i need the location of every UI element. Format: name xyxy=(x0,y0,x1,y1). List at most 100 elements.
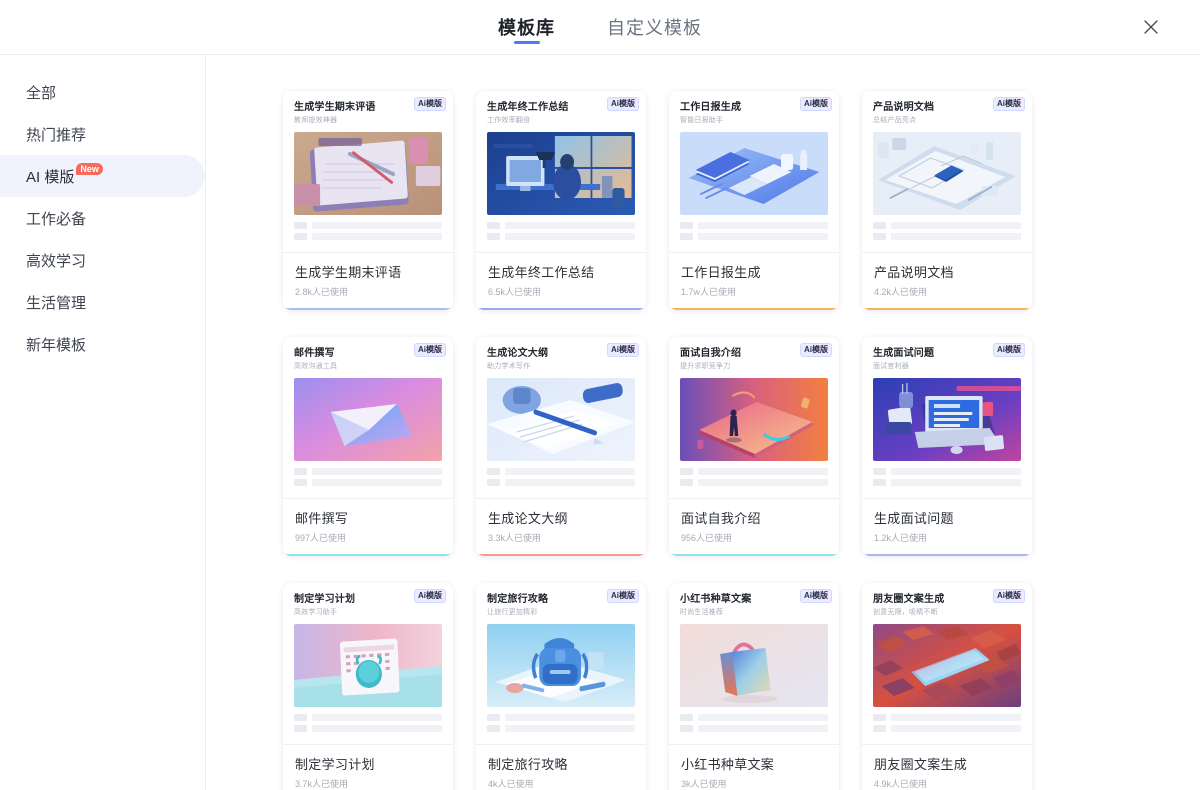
placeholder-line xyxy=(891,468,1021,475)
ai-template-badge: Ai模版 xyxy=(800,589,832,603)
placeholder-box xyxy=(873,714,886,721)
placeholder-line xyxy=(698,714,828,721)
card-preview: Ai模版 朋友圈文案生成 创意无限，吸睛不断 xyxy=(862,583,1032,745)
sidebar-item-ai-template[interactable]: AI 模版 New xyxy=(0,155,205,197)
card-preview-subtitle: 高效学习助手 xyxy=(294,609,338,616)
card-usage-count: 4k人已使用 xyxy=(488,779,534,789)
card-preview-subtitle: 总结产品亮点 xyxy=(873,117,917,124)
sidebar-item-label: AI 模版 xyxy=(26,168,75,186)
ai-badge-label: Ai模版 xyxy=(611,591,635,600)
placeholder-line xyxy=(698,222,828,229)
card-preview: Ai模版 小红书种草文案 时尚生活推荐 xyxy=(669,583,839,745)
sidebar-item-efficient-study[interactable]: 高效学习 xyxy=(0,239,205,281)
template-card[interactable]: Ai模版 生成面试问题 面试官利器 生成面试问题 1.2k人已使用 xyxy=(862,337,1032,556)
template-card[interactable]: Ai模版 产品说明文档 总结产品亮点 产品说明文档 4.2k人已使用 xyxy=(862,91,1032,310)
card-footer: 朋友圈文案生成 4.9k人已使用 xyxy=(862,745,1032,790)
card-placeholder-lines xyxy=(487,222,635,240)
close-button[interactable] xyxy=(1138,14,1164,40)
placeholder-line xyxy=(505,468,635,475)
card-placeholder-lines xyxy=(294,222,442,240)
card-title: 生成学生期末评语 xyxy=(295,265,402,280)
template-grid: Ai模版 生成学生期末评语 教师提效神器 生成学生期末评语 2.8k人已使用 A… xyxy=(206,91,1200,790)
placeholder-line xyxy=(891,725,1021,732)
card-footer: 生成论文大纲 3.3k人已使用 xyxy=(476,499,646,556)
placeholder-box xyxy=(487,725,500,732)
ai-template-badge: Ai模版 xyxy=(414,97,446,111)
content-area: 全部 热门推荐 AI 模版 New 工作必备 高效学习 生活管理 新年模板 Ai… xyxy=(0,55,1200,790)
placeholder-box xyxy=(680,233,693,240)
card-placeholder-lines xyxy=(294,468,442,486)
card-placeholder-lines xyxy=(680,468,828,486)
placeholder-box xyxy=(487,714,500,721)
card-thumbnail xyxy=(294,132,442,215)
tab-template-library[interactable]: 模板库 xyxy=(498,0,555,54)
placeholder-box xyxy=(680,714,693,721)
sidebar-item-all[interactable]: 全部 xyxy=(0,71,205,113)
template-card[interactable]: Ai模版 邮件撰写 高效沟通工具 邮件撰写 997人已使用 xyxy=(283,337,453,556)
card-placeholder-lines xyxy=(873,714,1021,732)
card-usage-count: 4.9k人已使用 xyxy=(874,779,928,789)
card-usage-count: 3.7k人已使用 xyxy=(295,779,349,789)
card-title: 邮件撰写 xyxy=(295,511,349,526)
ai-badge-label: Ai模版 xyxy=(418,345,442,354)
card-footer: 面试自我介绍 956人已使用 xyxy=(669,499,839,556)
sidebar-item-work-essentials[interactable]: 工作必备 xyxy=(0,197,205,239)
template-card[interactable]: Ai模版 生成年终工作总结 工作效率翻倍 生成年终工作总结 6.5k人已使用 xyxy=(476,91,646,310)
card-thumbnail xyxy=(873,378,1021,461)
placeholder-box xyxy=(294,725,307,732)
ai-template-badge: Ai模版 xyxy=(607,343,639,357)
template-card[interactable]: Ai模版 面试自我介绍 提升求职竞争力 面试自我介绍 956人已使用 xyxy=(669,337,839,556)
ai-template-badge: Ai模版 xyxy=(414,589,446,603)
placeholder-line xyxy=(505,725,635,732)
tab-bar: 模板库 自定义模板 xyxy=(498,0,702,54)
sidebar-item-label: 热门推荐 xyxy=(26,126,87,144)
card-preview: Ai模版 制定旅行攻略 让旅行更加精彩 xyxy=(476,583,646,745)
card-footer: 邮件撰写 997人已使用 xyxy=(283,499,453,556)
placeholder-box xyxy=(680,479,693,486)
card-preview-subtitle: 高效沟通工具 xyxy=(294,363,338,370)
placeholder-line xyxy=(891,233,1021,240)
template-card[interactable]: Ai模版 生成论文大纲 助力学术写作 生成论文大纲 3.3k人已使用 xyxy=(476,337,646,556)
card-usage-count: 997人已使用 xyxy=(295,533,347,543)
sidebar-item-new-year[interactable]: 新年模板 xyxy=(0,323,205,365)
card-usage-count: 2.8k人已使用 xyxy=(295,287,349,297)
card-accent-bar xyxy=(862,554,1032,556)
card-title: 小红书种草文案 xyxy=(681,757,775,772)
placeholder-box xyxy=(680,468,693,475)
card-placeholder-lines xyxy=(680,222,828,240)
template-card[interactable]: Ai模版 制定学习计划 高效学习助手 制定学习计划 3.7k人已使用 xyxy=(283,583,453,790)
card-thumbnail xyxy=(680,624,828,707)
card-title: 制定学习计划 xyxy=(295,757,375,772)
card-preview-subtitle: 让旅行更加精彩 xyxy=(487,609,538,616)
card-title: 工作日报生成 xyxy=(681,265,761,280)
card-thumbnail xyxy=(487,378,635,461)
placeholder-box xyxy=(487,479,500,486)
template-card[interactable]: Ai模版 制定旅行攻略 让旅行更加精彩 制定旅行攻略 4k人已使用 xyxy=(476,583,646,790)
template-card[interactable]: Ai模版 生成学生期末评语 教师提效神器 生成学生期末评语 2.8k人已使用 xyxy=(283,91,453,310)
card-preview-subtitle: 面试官利器 xyxy=(873,363,909,370)
card-accent-bar xyxy=(862,308,1032,310)
placeholder-box xyxy=(294,233,307,240)
ai-badge-label: Ai模版 xyxy=(997,99,1021,108)
sidebar-item-life-management[interactable]: 生活管理 xyxy=(0,281,205,323)
placeholder-line xyxy=(891,222,1021,229)
placeholder-line xyxy=(891,714,1021,721)
card-preview: Ai模版 产品说明文档 总结产品亮点 xyxy=(862,91,1032,253)
placeholder-box xyxy=(873,479,886,486)
template-card[interactable]: Ai模版 小红书种草文案 时尚生活推荐 小红书种草文案 3k人已使用 xyxy=(669,583,839,790)
card-footer: 小红书种草文案 3k人已使用 xyxy=(669,745,839,790)
template-card[interactable]: Ai模版 朋友圈文案生成 创意无限，吸睛不断 朋友圈文案生成 4.9k人已使用 xyxy=(862,583,1032,790)
card-preview: Ai模版 邮件撰写 高效沟通工具 xyxy=(283,337,453,499)
tab-label: 模板库 xyxy=(498,18,555,38)
placeholder-line xyxy=(312,233,442,240)
card-preview-subtitle: 时尚生活推荐 xyxy=(680,609,724,616)
placeholder-box xyxy=(487,468,500,475)
card-preview: Ai模版 生成年终工作总结 工作效率翻倍 xyxy=(476,91,646,253)
sidebar-item-popular[interactable]: 热门推荐 xyxy=(0,113,205,155)
placeholder-line xyxy=(698,468,828,475)
ai-badge-label: Ai模版 xyxy=(611,345,635,354)
template-card[interactable]: Ai模版 工作日报生成 智能日报助手 工作日报生成 1.7w人已使用 xyxy=(669,91,839,310)
card-footer: 制定学习计划 3.7k人已使用 xyxy=(283,745,453,790)
tab-custom-template[interactable]: 自定义模板 xyxy=(607,0,702,54)
ai-template-badge: Ai模版 xyxy=(414,343,446,357)
